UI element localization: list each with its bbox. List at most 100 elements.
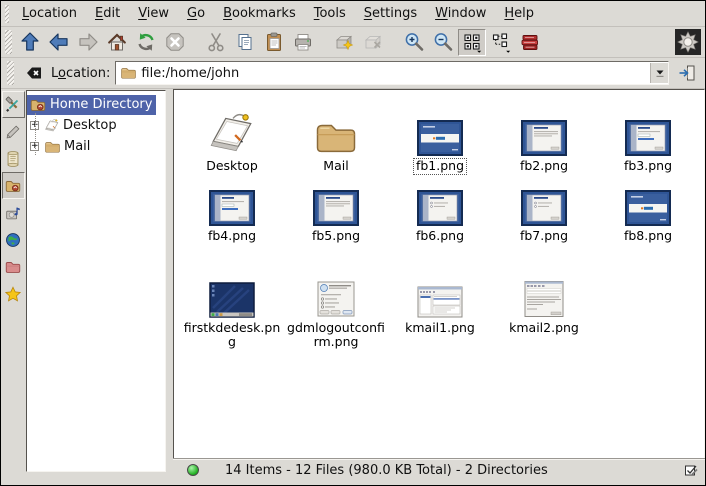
- file-icon-box: [625, 100, 671, 156]
- file-icon-box: [207, 100, 257, 156]
- status-text: 14 Items - 12 Files (980.0 KB Total) - 2…: [225, 463, 548, 478]
- red-books-icon: [519, 31, 541, 53]
- location-dropdown-arrow[interactable]: [650, 63, 668, 83]
- menu-go[interactable]: Go: [178, 4, 214, 23]
- tree-item-desktop[interactable]: +Desktop: [27, 115, 165, 136]
- file-icon-box: [209, 256, 255, 318]
- desktop-board-large-icon: [207, 110, 257, 156]
- file-icon-box: [521, 186, 567, 226]
- home-icon: [106, 31, 128, 53]
- file-icon-box: [209, 186, 255, 226]
- location-combobox: [115, 61, 669, 85]
- file-mail[interactable]: Mail: [313, 100, 359, 174]
- sidebar-tab-tools[interactable]: [2, 91, 25, 118]
- menu-bookmarks[interactable]: Bookmarks: [214, 4, 305, 23]
- file-label: fb6.png: [414, 229, 466, 244]
- copy-pages-button[interactable]: [231, 29, 259, 56]
- back-arrow-button[interactable]: [45, 29, 73, 56]
- file-fb6[interactable]: fb6.png: [414, 186, 466, 244]
- folder-icon: [120, 66, 137, 80]
- red-folder-icon: [4, 258, 22, 276]
- sidebar-tab-globe[interactable]: [2, 226, 25, 253]
- sidebar-tab-bookmark-star[interactable]: [2, 280, 25, 307]
- sidebar-tab-pencil[interactable]: [2, 118, 25, 145]
- file-icon-box: [521, 100, 567, 156]
- file-gdmlogoutconfirm[interactable]: gdmlogoutconfirm.png: [284, 256, 388, 351]
- go-button[interactable]: [674, 60, 700, 86]
- wizard-radio-icon: [521, 190, 567, 226]
- file-fb2[interactable]: fb2.png: [518, 100, 570, 174]
- toolbar-drag-handle[interactable]: [5, 30, 12, 54]
- check-flag-icon[interactable]: [683, 462, 699, 478]
- wizard-icon: [313, 190, 359, 226]
- status-bar: 14 Items - 12 Files (980.0 KB Total) - 2…: [173, 459, 705, 480]
- clear-location-button[interactable]: [22, 61, 46, 85]
- menu-location[interactable]: Location: [13, 4, 86, 23]
- file-desktop[interactable]: Desktop: [204, 100, 260, 174]
- file-icon-box: [313, 100, 359, 156]
- combo-arrow-icon: [654, 67, 666, 79]
- file-icon-box: [625, 186, 671, 226]
- location-toolbar-drag-handle[interactable]: [7, 61, 14, 85]
- menu-tools[interactable]: Tools: [305, 4, 355, 23]
- cube-star-button[interactable]: [330, 29, 358, 56]
- location-input[interactable]: [141, 64, 646, 82]
- history-scroll-icon: [4, 150, 22, 168]
- file-label: fb4.png: [206, 229, 258, 244]
- mail-window-icon: [417, 286, 463, 318]
- file-fb8[interactable]: fb8.png: [622, 186, 674, 244]
- menu-help[interactable]: Help: [495, 4, 543, 23]
- print-icon: [292, 31, 314, 53]
- main-area: Home Directory+Desktop+Mail Desktop Mail f…: [1, 89, 705, 485]
- paste-clipboard-button[interactable]: [260, 29, 288, 56]
- sidebar-tab-home-folder[interactable]: [2, 172, 25, 199]
- forward-arrow-icon: [77, 31, 99, 53]
- tools-icon: [4, 96, 22, 114]
- file-label: fb7.png: [518, 229, 570, 244]
- slide-logo-icon: [417, 120, 463, 156]
- compose-window-icon: [523, 280, 565, 318]
- copy-pages-icon: [234, 31, 256, 53]
- panel-splitter[interactable]: [166, 89, 173, 485]
- print-button[interactable]: [289, 29, 317, 56]
- magnifier-plus-button[interactable]: [400, 29, 428, 56]
- file-kmail2[interactable]: kmail2.png: [507, 256, 581, 336]
- file-icon-box: [417, 186, 463, 226]
- menu-view[interactable]: View: [129, 4, 178, 23]
- reload-button[interactable]: [132, 29, 160, 56]
- forward-arrow-button: [74, 29, 102, 56]
- reload-icon: [135, 31, 157, 53]
- menu-settings[interactable]: Settings: [355, 4, 426, 23]
- file-firstkdedesk[interactable]: firstkdedesk.png: [180, 256, 284, 351]
- up-arrow-button[interactable]: [16, 29, 44, 56]
- menubar-drag-handle[interactable]: [5, 5, 9, 23]
- file-fb4[interactable]: fb4.png: [206, 186, 258, 244]
- file-kmail1[interactable]: kmail1.png: [403, 256, 477, 336]
- sidebar-tab-history-scroll[interactable]: [2, 145, 25, 172]
- magnifier-minus-button[interactable]: [429, 29, 457, 56]
- folder-large-icon: [313, 119, 359, 156]
- file-fb7[interactable]: fb7.png: [518, 186, 570, 244]
- file-icon-box: [417, 256, 463, 318]
- sidebar-tab-media-player[interactable]: [2, 199, 25, 226]
- tree-item-mail[interactable]: +Mail: [27, 136, 165, 157]
- tree-item-label: Mail: [64, 139, 90, 154]
- tree-item-home-directory[interactable]: Home Directory: [27, 94, 165, 115]
- menu-edit[interactable]: Edit: [86, 4, 129, 23]
- cube-x-button: [359, 29, 387, 56]
- icon-view-grid-button[interactable]: [458, 29, 486, 56]
- sidebar-tree-panel: Home Directory+Desktop+Mail: [25, 89, 166, 485]
- desktop-board-icon: [44, 118, 60, 133]
- file-fb3[interactable]: fb3.png: [622, 100, 674, 174]
- file-fb5[interactable]: fb5.png: [310, 186, 362, 244]
- red-books-button[interactable]: [516, 29, 544, 56]
- file-fb1[interactable]: fb1.png: [414, 100, 466, 174]
- file-label: Mail: [321, 159, 350, 174]
- sidebar-tab-red-folder[interactable]: [2, 253, 25, 280]
- home-button[interactable]: [103, 29, 131, 56]
- tree-view-button[interactable]: [487, 29, 515, 56]
- menu-window[interactable]: Window: [426, 4, 495, 23]
- clear-location-icon: [24, 63, 44, 83]
- file-label: fb2.png: [518, 159, 570, 174]
- pencil-icon: [4, 123, 22, 141]
